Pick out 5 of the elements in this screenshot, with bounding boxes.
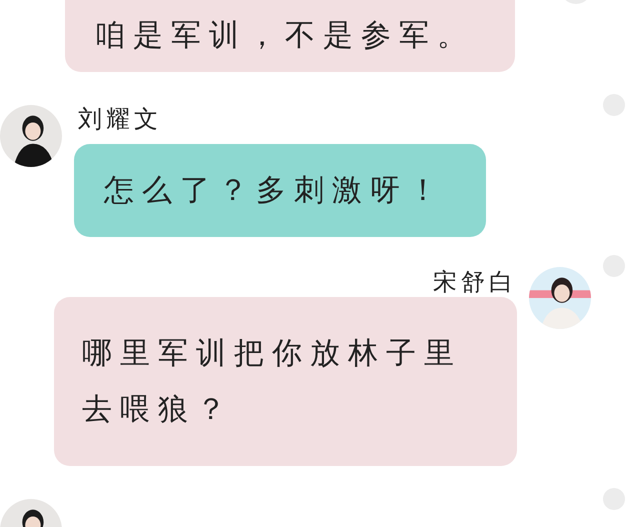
message-bubble: 咱是军训，不是参军。: [65, 0, 515, 72]
sender-name: 宋舒白: [433, 267, 517, 298]
message-bubble: 怎么了？多刺激呀！: [74, 144, 486, 237]
sender-name: 刘耀文: [78, 104, 163, 135]
message-bubble: 哪里军训把你放林子里 去喂狼？: [54, 297, 517, 466]
